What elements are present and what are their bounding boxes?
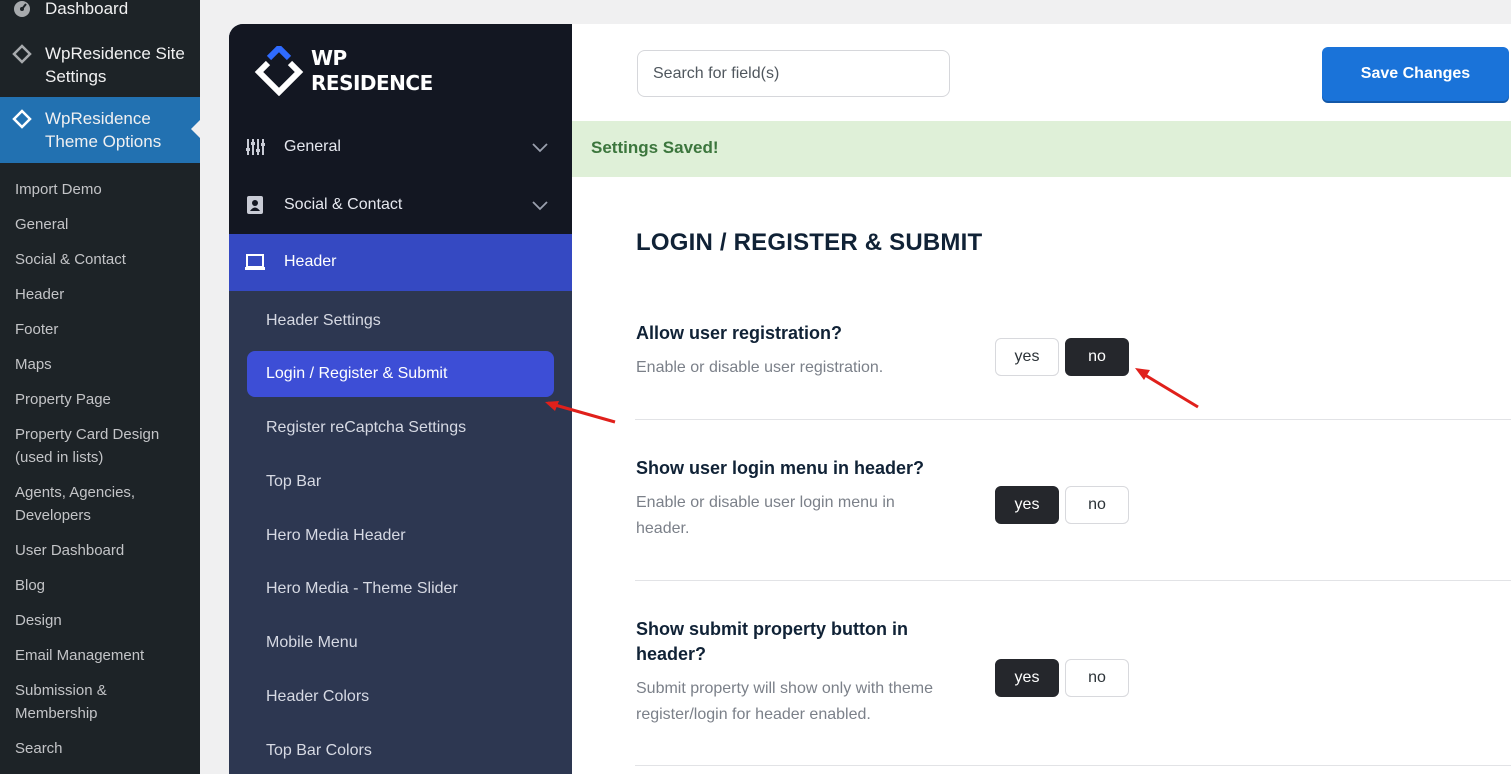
nav-section-label: Social & Contact — [284, 196, 403, 213]
wp-submenu-item[interactable]: Footer — [0, 315, 200, 350]
wp-submenu-item[interactable]: User Dashboard — [0, 536, 200, 571]
wp-submenu-item[interactable]: Blog — [0, 571, 200, 606]
monitor-icon — [245, 254, 265, 270]
wp-menu-dashboard[interactable]: Dashboard — [0, 0, 200, 27]
theme-options-nav: WP RESIDENCE General Social & Contact He… — [229, 24, 572, 774]
nav-section-general[interactable]: General — [229, 119, 572, 176]
sliders-icon — [246, 139, 265, 155]
diamond-icon — [12, 44, 32, 64]
wp-submenu-item[interactable]: Maps — [0, 350, 200, 385]
brand-line-1: WP — [311, 46, 347, 70]
option-description: Enable or disable user registration. — [636, 359, 884, 376]
option-divider — [635, 765, 1511, 766]
option-divider — [635, 419, 1511, 420]
allow-registration-no-button[interactable]: no — [1065, 338, 1129, 376]
save-changes-button[interactable]: Save Changes — [1322, 47, 1509, 101]
brand-logo[interactable]: WP RESIDENCE — [254, 44, 434, 100]
wp-submenu-item[interactable]: Agents, Agencies, Developers — [0, 478, 200, 536]
header-submenu-item[interactable]: Top Bar Colors — [247, 728, 554, 774]
wp-menu-label: WpResidence Site Settings — [45, 44, 185, 86]
nav-section-label: General — [284, 138, 341, 155]
header-submenu-item[interactable]: Hero Media Header — [247, 513, 554, 559]
brand-name: WP RESIDENCE — [311, 46, 433, 96]
chevron-down-icon — [532, 143, 548, 153]
wp-submenu-item[interactable]: Property Page — [0, 385, 200, 420]
settings-saved-notice: Settings Saved! — [572, 121, 1511, 177]
header-submenu-item[interactable]: Top Bar — [247, 459, 554, 505]
option-description: Submit property will show only with them… — [636, 680, 934, 723]
nav-section-header[interactable]: Header — [229, 234, 572, 291]
current-menu-caret — [191, 120, 200, 138]
submit-button-no-button[interactable]: no — [1065, 659, 1129, 697]
wp-menu-label: Dashboard — [45, 0, 129, 18]
nav-section-social-contact[interactable]: Social & Contact — [229, 177, 572, 234]
option-title: Show user login menu in header? — [636, 458, 925, 478]
theme-options-panel: WP RESIDENCE General Social & Contact He… — [229, 24, 1511, 774]
section-title: LOGIN / REGISTER & SUBMIT — [636, 229, 983, 256]
annotation-arrow-icon — [1135, 368, 1199, 409]
wp-admin-sidebar: Dashboard WpResidence Site Settings WpRe… — [0, 0, 200, 774]
wp-submenu-item[interactable]: Import Demo — [0, 175, 200, 210]
wp-submenu-item[interactable]: Social & Contact — [0, 245, 200, 280]
wp-submenu-item[interactable]: Property Card Design (used in lists) — [0, 420, 200, 478]
wp-menu-theme-options[interactable]: WpResidence Theme Options — [0, 97, 200, 163]
wp-submenu-item[interactable]: General — [0, 210, 200, 245]
login-menu-yes-button[interactable]: yes — [995, 486, 1059, 524]
wp-submenu-item[interactable]: Submission & Membership — [0, 676, 200, 734]
chevron-down-icon — [532, 201, 548, 211]
header-submenu-item[interactable]: Login / Register & Submit — [247, 351, 554, 397]
brand-line-2: RESIDENCE — [311, 71, 433, 95]
option-title: Show submit property button in header? — [636, 619, 908, 664]
option-divider — [635, 580, 1511, 581]
header-submenu-item[interactable]: Register reCaptcha Settings — [247, 405, 554, 451]
header-submenu-item[interactable]: Header Colors — [247, 674, 554, 720]
search-input[interactable] — [637, 50, 950, 97]
header-submenu-item[interactable]: Mobile Menu — [247, 620, 554, 666]
submit-button-yes-button[interactable]: yes — [995, 659, 1059, 697]
wp-submenu-item[interactable]: Header — [0, 280, 200, 315]
login-menu-no-button[interactable]: no — [1065, 486, 1129, 524]
header-submenu-item[interactable]: Hero Media - Theme Slider — [247, 566, 554, 612]
dashboard-icon — [14, 1, 30, 17]
wp-submenu-item[interactable]: Email Management — [0, 641, 200, 676]
diamond-icon — [12, 109, 32, 129]
option-title: Allow user registration? — [636, 323, 843, 343]
wp-submenu-item[interactable]: Design — [0, 606, 200, 641]
main-content: Save Changes Settings Saved! LOGIN / REG… — [572, 24, 1511, 774]
header-submenu-item[interactable]: Header Settings — [247, 298, 554, 344]
wp-submenu-item[interactable]: Search — [0, 734, 200, 769]
nav-section-label: Header — [284, 253, 337, 270]
wp-menu-site-settings[interactable]: WpResidence Site Settings — [0, 42, 200, 92]
wp-menu-label: WpResidence Theme Options — [45, 109, 162, 151]
annotation-arrow-icon — [545, 401, 616, 424]
option-description: Enable or disable user login menu in hea… — [636, 494, 895, 537]
contact-card-icon — [247, 196, 263, 214]
wpresidence-logo-icon — [254, 46, 304, 96]
wp-submenu: Import Demo General Social & Contact Header… — [0, 175, 200, 769]
allow-registration-yes-button[interactable]: yes — [995, 338, 1059, 376]
